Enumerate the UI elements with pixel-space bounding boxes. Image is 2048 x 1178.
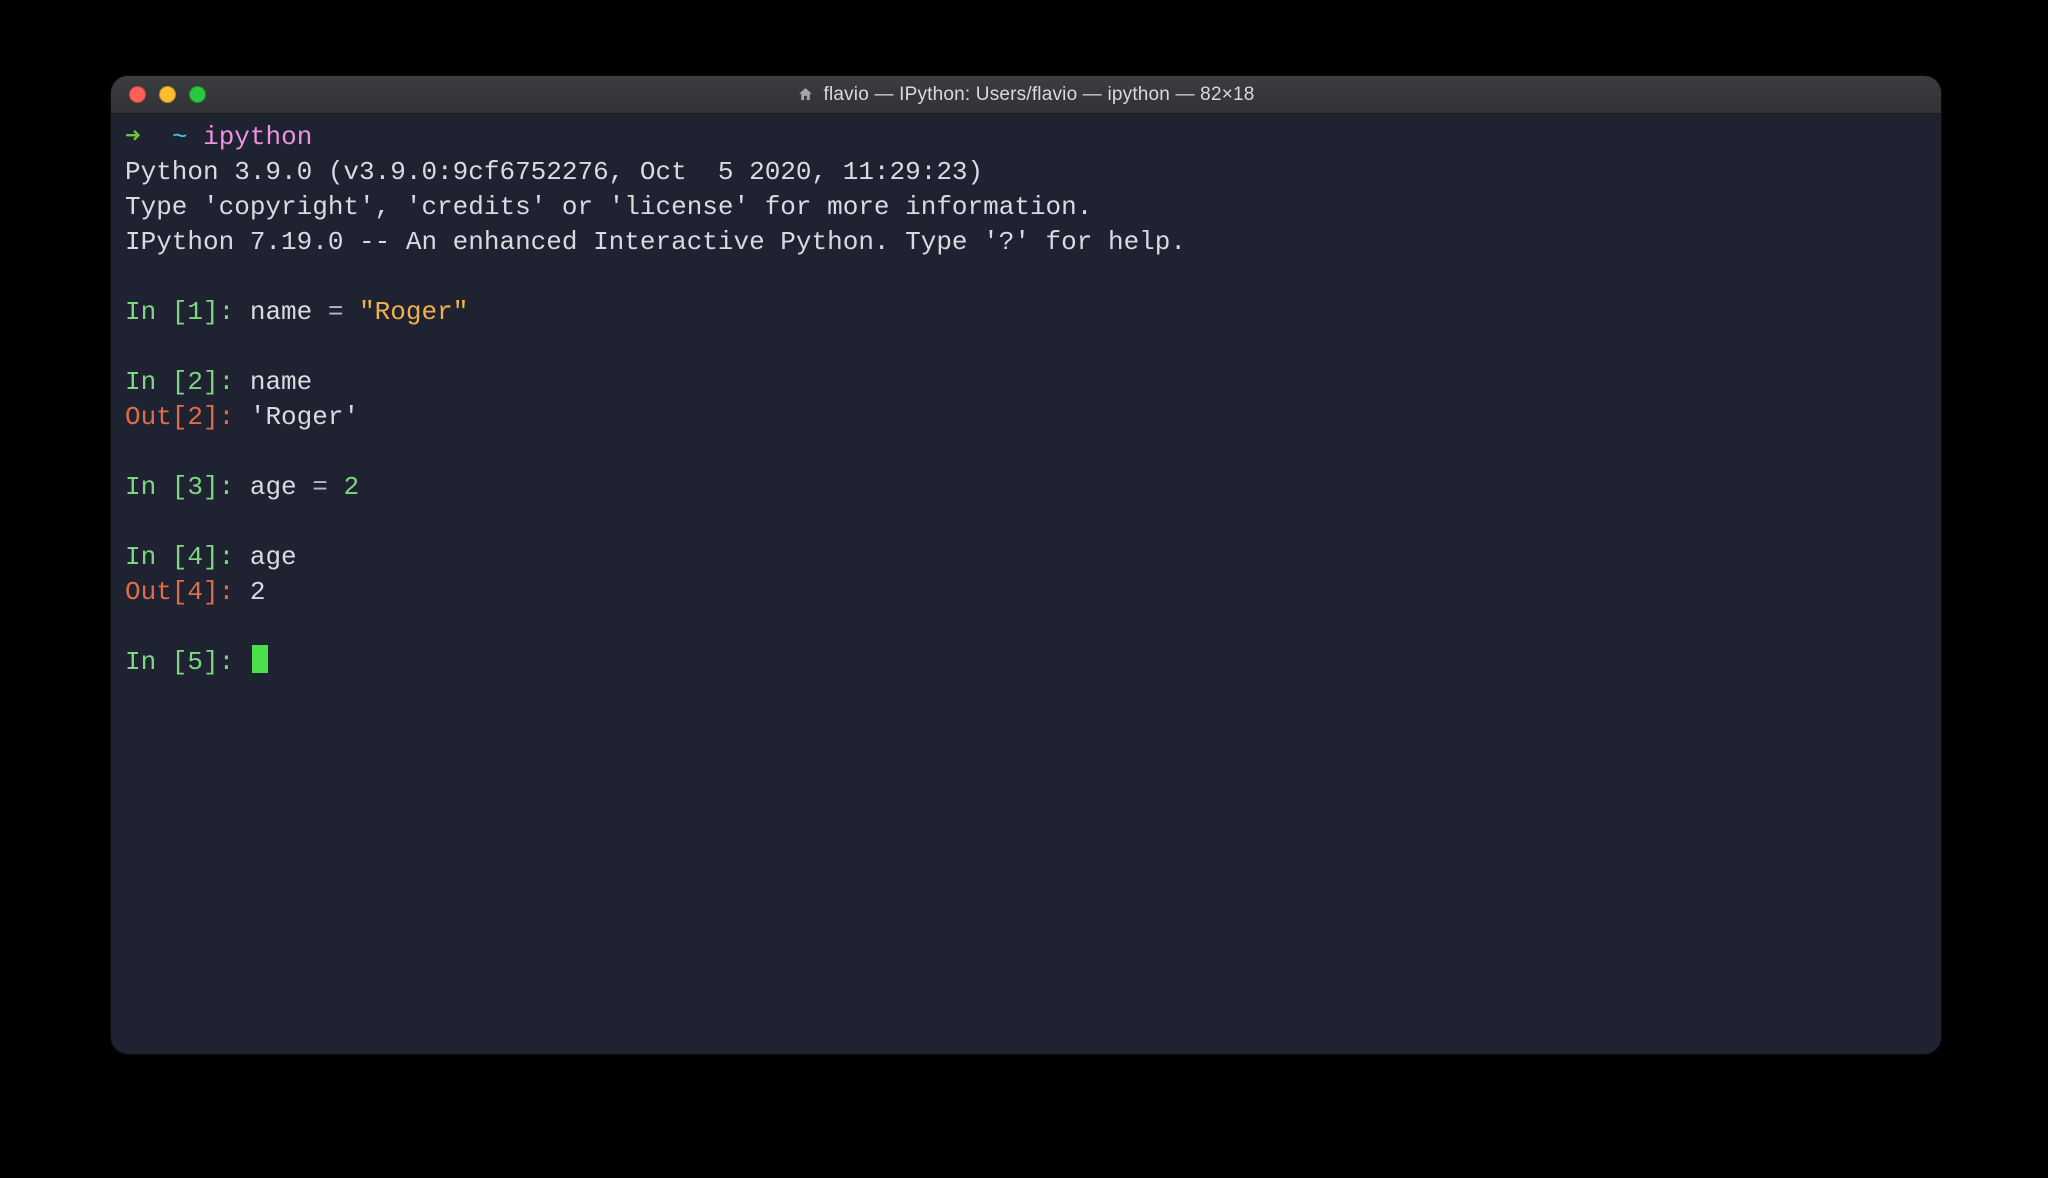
banner-line-3: IPython 7.19.0 -- An enhanced Interactiv… [125, 227, 1186, 257]
in-close: ]: [203, 472, 250, 502]
in-label: In [ [125, 542, 187, 572]
prompt-arrow-icon: ➜ [125, 122, 141, 152]
out-number: 2 [187, 402, 203, 432]
out-value: 'Roger' [250, 402, 359, 432]
terminal-content[interactable]: ➜ ~ ipython Python 3.9.0 (v3.9.0:9cf6752… [125, 120, 1927, 680]
code-eq: = [328, 297, 359, 327]
in-number: 4 [187, 542, 203, 572]
terminal-window: flavio — IPython: Users/flavio — ipython… [110, 75, 1942, 1055]
in-close: ]: [203, 297, 250, 327]
home-icon [797, 86, 814, 103]
out-close: ]: [203, 402, 250, 432]
in-close: ]: [203, 542, 250, 572]
banner-line-2: Type 'copyright', 'credits' or 'license'… [125, 192, 1092, 222]
out-value: 2 [250, 577, 266, 607]
window-controls [111, 86, 206, 103]
in-close: ]: [203, 647, 250, 677]
in-number: 2 [187, 367, 203, 397]
in-number: 1 [187, 297, 203, 327]
in-close: ]: [203, 367, 250, 397]
out-close: ]: [203, 577, 250, 607]
in-label: In [ [125, 367, 187, 397]
in-number: 5 [187, 647, 203, 677]
in-number: 3 [187, 472, 203, 502]
close-button[interactable] [129, 86, 146, 103]
minimize-button[interactable] [159, 86, 176, 103]
window-title: flavio — IPython: Users/flavio — ipython… [111, 77, 1941, 112]
out-label: Out[ [125, 577, 187, 607]
prompt-command: ipython [203, 122, 312, 152]
code-number: 2 [343, 472, 359, 502]
titlebar[interactable]: flavio — IPython: Users/flavio — ipython… [111, 76, 1941, 114]
in-label: In [ [125, 647, 187, 677]
out-number: 4 [187, 577, 203, 607]
terminal-body[interactable]: ➜ ~ ipython Python 3.9.0 (v3.9.0:9cf6752… [111, 114, 1941, 698]
code-var: age [250, 472, 312, 502]
maximize-button[interactable] [189, 86, 206, 103]
in-label: In [ [125, 472, 187, 502]
code-string: "Roger" [359, 297, 468, 327]
code-text: age [250, 542, 297, 572]
in-label: In [ [125, 297, 187, 327]
cursor-block-icon [252, 645, 268, 673]
window-title-text: flavio — IPython: Users/flavio — ipython… [823, 77, 1254, 112]
code-eq: = [312, 472, 343, 502]
prompt-cwd: ~ [172, 122, 188, 152]
banner-line-1: Python 3.9.0 (v3.9.0:9cf6752276, Oct 5 2… [125, 157, 983, 187]
out-label: Out[ [125, 402, 187, 432]
code-var: name [250, 297, 328, 327]
code-text: name [250, 367, 312, 397]
